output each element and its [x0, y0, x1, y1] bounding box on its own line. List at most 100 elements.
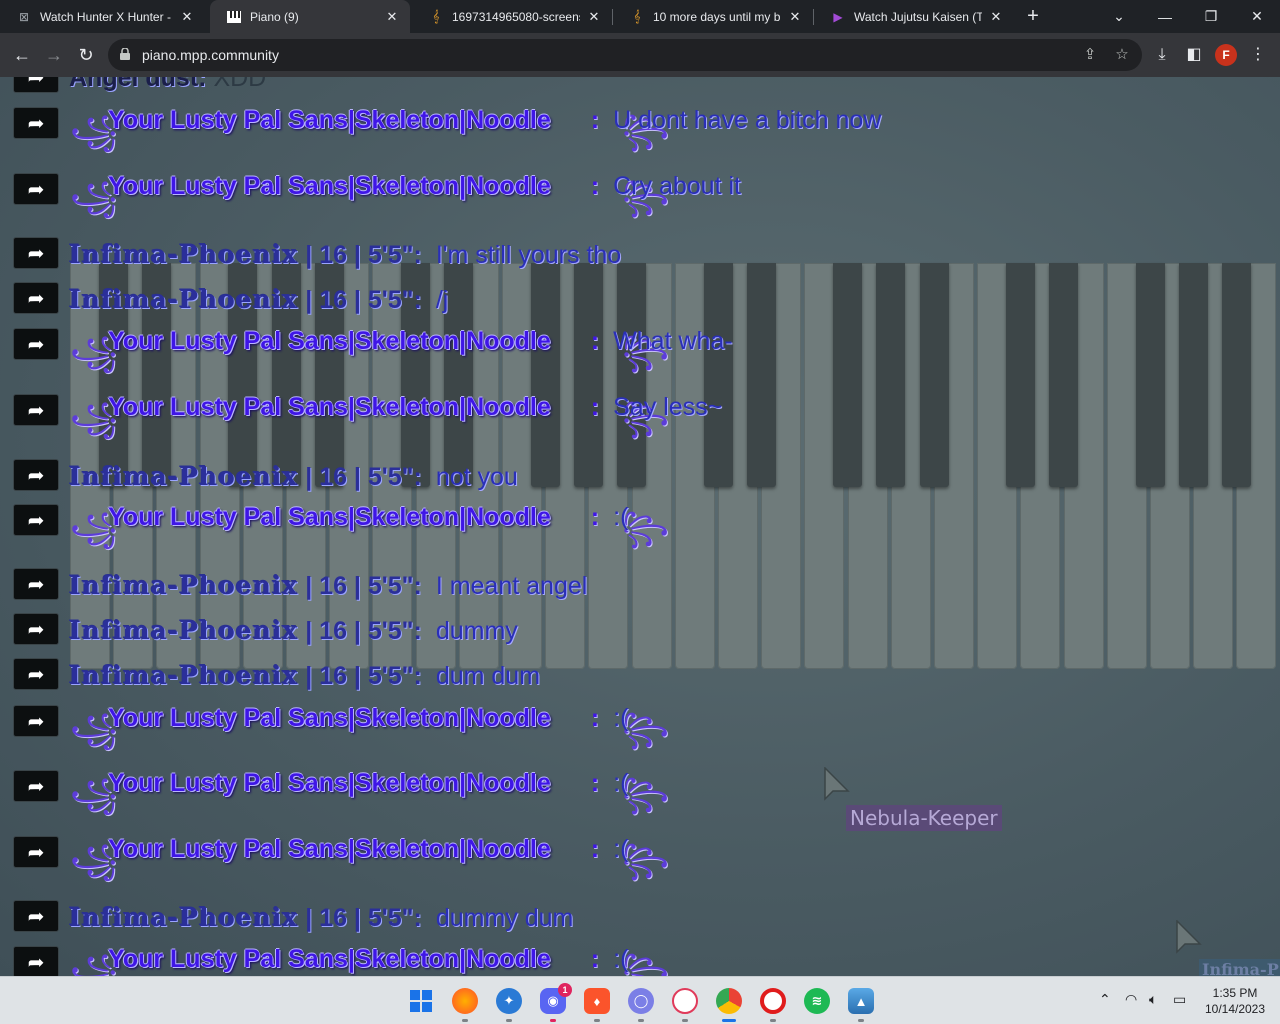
chat-username[interactable]: Infima-Phoenix [69, 903, 298, 932]
messenger-icon[interactable]: ◯ [628, 988, 654, 1014]
chat-username[interactable]: Infima-Phoenix [69, 661, 298, 690]
wifi-icon[interactable]: ◠ [1125, 991, 1137, 1008]
chat-username[interactable]: Infima-Phoenix [69, 462, 298, 491]
opera-icon[interactable] [760, 988, 786, 1014]
chat-username[interactable]: Your Lusty Pal Sans|Skeleton|Noodle [108, 704, 551, 732]
reply-button[interactable]: ➦ [13, 900, 59, 932]
menu-icon[interactable]: ⋮ [1247, 44, 1269, 66]
reply-button[interactable]: ➦ [13, 946, 59, 976]
chat-line: Your Lusty Pal Sans|Skeleton|Noodle: Say … [108, 392, 722, 422]
chat-text: :( [613, 945, 629, 973]
safari-icon[interactable]: ✦ [496, 988, 522, 1014]
name-colon: : [590, 945, 600, 973]
reply-button[interactable]: ➦ [13, 613, 59, 645]
reply-button[interactable]: ➦ [13, 107, 59, 139]
close-window-button[interactable]: ✕ [1234, 0, 1280, 33]
reply-button[interactable]: ➦ [13, 836, 59, 868]
chat-username[interactable]: Your Lusty Pal Sans|Skeleton|Noodle [108, 945, 551, 973]
photos-icon[interactable]: ▲ [848, 988, 874, 1014]
volume-icon[interactable]: 🔈︎ [1149, 991, 1157, 1008]
forward-button[interactable]: → [42, 43, 66, 67]
reply-button[interactable]: ➦ [13, 394, 59, 426]
chat-line: Your Lusty Pal Sans|Skeleton|Noodle: U do… [108, 105, 881, 135]
chat-username[interactable]: Your Lusty Pal Sans|Skeleton|Noodle [108, 503, 551, 531]
minimize-button[interactable]: — [1142, 0, 1188, 33]
reply-button[interactable]: ➦ [13, 173, 59, 205]
chat-line: Infima-Phoenix | 16 | 5'5": dum dum [69, 661, 540, 691]
chat-username: Angel dust: [69, 77, 207, 92]
close-icon[interactable]: ✕ [384, 9, 400, 25]
tab-jujutsu-kaisen[interactable]: ▶ Watch Jujutsu Kaisen (TV ✕ [814, 0, 1014, 33]
chat-username[interactable]: Your Lusty Pal Sans|Skeleton|Noodle [108, 106, 551, 134]
chat-line: Your Lusty Pal Sans|Skeleton|Noodle: :( [108, 944, 628, 974]
chat-username[interactable]: Infima-Phoenix [69, 616, 298, 645]
tab-label: Watch Hunter X Hunter - [40, 9, 171, 24]
chat-username[interactable]: Your Lusty Pal Sans|Skeleton|Noodle [108, 393, 551, 421]
reply-button[interactable]: ➦ [13, 237, 59, 269]
chat-username[interactable]: Your Lusty Pal Sans|Skeleton|Noodle [108, 769, 551, 797]
profile-avatar[interactable]: F [1215, 44, 1237, 66]
bookmark-star-icon[interactable]: ☆ [1112, 45, 1132, 65]
tab-search-button[interactable]: ⌄ [1096, 0, 1142, 33]
tab-screenshot[interactable]: 𝄞 1697314965080-screensh ✕ [412, 0, 612, 33]
reply-button[interactable]: ➦ [13, 705, 59, 737]
restore-button[interactable]: ❐ [1188, 0, 1234, 33]
chevron-up-icon[interactable]: ⌃ [1099, 991, 1111, 1008]
close-icon[interactable]: ✕ [988, 9, 1004, 25]
running-indicator [550, 1019, 556, 1022]
reply-button[interactable]: ➦ [13, 77, 59, 93]
clock-date: 10/14/2023 [1204, 1002, 1266, 1016]
address-bar[interactable]: piano.mpp.community ⇪ ☆ [108, 39, 1142, 71]
close-icon[interactable]: ✕ [787, 9, 803, 25]
firefox-icon[interactable] [452, 988, 478, 1014]
spotify-icon[interactable]: ≋ [804, 988, 830, 1014]
chat-text: :( [613, 503, 629, 531]
reply-button[interactable]: ➦ [13, 328, 59, 360]
chat-username[interactable]: Infima-Phoenix [69, 240, 298, 269]
chat-username[interactable]: Your Lusty Pal Sans|Skeleton|Noodle [108, 172, 551, 200]
running-indicator [682, 1019, 688, 1022]
name-decoration-icon: ꧂ [622, 954, 669, 976]
reply-button[interactable]: ➦ [13, 504, 59, 536]
new-tab-button[interactable]: + [1022, 5, 1044, 27]
chat-message: ➦ ꧁ ꧂ Your Lusty Pal Sans|Skeleton|Noodle: U… [0, 105, 1280, 169]
chat-username[interactable]: Infima-Phoenix [69, 571, 298, 600]
chat-line: Infima-Phoenix | 16 | 5'5": not you [69, 462, 518, 492]
discord-icon[interactable]: ◉ 1 [540, 983, 572, 1014]
chrome-icon[interactable] [716, 988, 742, 1014]
chat-text: dummy dum [435, 904, 574, 932]
chat-username[interactable]: Your Lusty Pal Sans|Skeleton|Noodle [108, 835, 551, 863]
share-icon[interactable]: ⇪ [1080, 45, 1100, 65]
brave-icon[interactable]: ♦ [584, 988, 610, 1014]
tab-hunter-x-hunter[interactable]: ⊠ Watch Hunter X Hunter - ✕ [0, 0, 205, 33]
chat-username[interactable]: Infima-Phoenix [69, 285, 298, 314]
participant-cursor-label: Nebula-Keeper [846, 805, 1002, 831]
download-icon[interactable]: ⤓ [1151, 44, 1173, 66]
chat-message: ➦ ꧁ ꧂ Your Lusty Pal Sans|Skeleton|Noodle::… [0, 834, 1280, 898]
piano-page: ➦ Angel dust: XDD ➦ ꧁ ꧂ Your Lusty Pal Sans… [0, 77, 1280, 976]
reply-button[interactable]: ➦ [13, 658, 59, 690]
chat-text: :( [613, 704, 629, 732]
chat-username[interactable]: Your Lusty Pal Sans|Skeleton|Noodle [108, 327, 551, 355]
chat-line: Infima-Phoenix | 16 | 5'5": dummy dum [69, 903, 573, 933]
reply-button[interactable]: ➦ [13, 770, 59, 802]
reply-button[interactable]: ➦ [13, 459, 59, 491]
windows-start-icon[interactable] [408, 988, 434, 1014]
chat-text: What wha- [613, 327, 733, 355]
back-button[interactable]: ← [10, 43, 34, 67]
reply-button[interactable]: ➦ [13, 282, 59, 314]
reply-button[interactable]: ➦ [13, 568, 59, 600]
side-panel-icon[interactable]: ◧ [1183, 44, 1205, 66]
reload-button[interactable]: ↻ [74, 43, 98, 67]
crunchy-icon: ⊠ [18, 9, 30, 24]
play-icon: ▶ [833, 9, 843, 24]
tab-10-more-days[interactable]: 𝄞 10 more days until my bi ✕ [613, 0, 813, 33]
tab-piano[interactable]: Piano (9) ✕ [210, 0, 410, 33]
close-icon[interactable]: ✕ [586, 9, 602, 25]
taskbar-clock[interactable]: 1:35 PM 10/14/2023 [1200, 985, 1270, 1017]
battery-icon[interactable]: ▭ [1173, 991, 1186, 1008]
opera-gx-icon[interactable] [672, 988, 698, 1014]
chat-text: Cry about it [613, 172, 741, 200]
close-icon[interactable]: ✕ [179, 9, 195, 25]
chat-message: ➦ Infima-Phoenix | 16 | 5'5": not you [0, 457, 1280, 501]
